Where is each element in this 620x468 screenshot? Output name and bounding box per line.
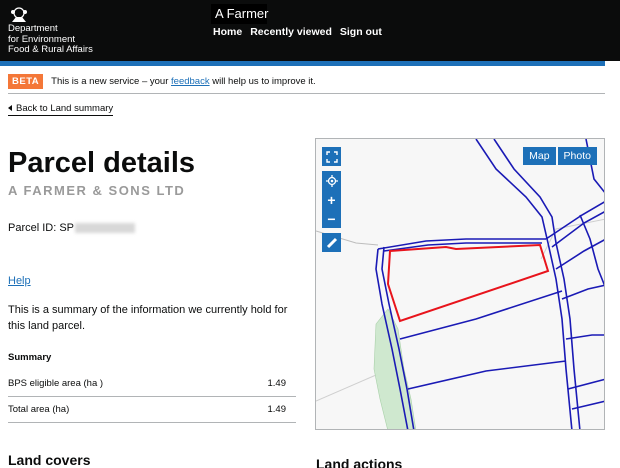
zoom-out-icon: − (327, 210, 336, 227)
user-name: A Farmer (211, 4, 268, 24)
summary-heading: Summary (8, 352, 52, 363)
redacted-parcel-number (75, 223, 136, 234)
header-accent-bar (0, 61, 605, 66)
map-canvas[interactable] (316, 139, 605, 430)
locate-icon (325, 174, 338, 187)
fullscreen-icon (325, 150, 338, 163)
land-covers-heading: Land covers (8, 452, 91, 468)
summary-row-label: BPS eligible area (ha ) (8, 378, 104, 389)
feedback-link[interactable]: feedback (171, 76, 210, 87)
nav-recently-viewed[interactable]: Recently viewed (250, 26, 332, 38)
measure-button[interactable] (322, 233, 341, 252)
summary-intro: This is a summary of the information we … (8, 304, 288, 332)
help-link[interactable]: Help (8, 275, 31, 287)
parcel-map[interactable]: + − Map Photo (315, 138, 605, 430)
summary-row-label: Total area (ha) (8, 404, 70, 415)
land-actions-heading: Land actions (316, 456, 403, 468)
beta-text: This is a new service – your feedback wi… (51, 76, 316, 87)
measure-icon (326, 237, 337, 248)
site-header: Department for Environment Food & Rural … (0, 0, 620, 61)
header-nav: Home Recently viewed Sign out (213, 26, 382, 38)
parcel-id: Parcel ID: SP (8, 222, 136, 234)
business-name: A FARMER & SONS LTD (8, 183, 186, 198)
summary-row-value: 1.49 (267, 404, 287, 415)
beta-banner: BETA This is a new service – your feedba… (8, 70, 605, 94)
back-link[interactable]: Back to Land summary (8, 103, 114, 116)
zoom-in-icon: + (327, 191, 336, 208)
zoom-out-button[interactable]: − (322, 209, 341, 228)
summary-row-value: 1.49 (267, 378, 287, 389)
summary-row: Total area (ha) 1.49 (8, 397, 296, 423)
summary-row: BPS eligible area (ha ) 1.49 (8, 371, 296, 397)
nav-sign-out[interactable]: Sign out (340, 26, 382, 38)
page-title: Parcel details (8, 147, 195, 179)
department-logo-text[interactable]: Department for Environment Food & Rural … (8, 23, 93, 56)
fullscreen-button[interactable] (322, 147, 341, 166)
zoom-in-button[interactable]: + (322, 190, 341, 209)
map-view-toggle: Map Photo (523, 147, 597, 165)
map-view-button[interactable]: Map (523, 147, 556, 165)
map-zoom-controls: + − (322, 171, 341, 228)
royal-crest-icon (11, 7, 27, 22)
nav-home[interactable]: Home (213, 26, 242, 38)
locate-button[interactable] (322, 171, 341, 190)
photo-view-button[interactable]: Photo (557, 147, 597, 165)
beta-tag: BETA (8, 74, 44, 89)
back-arrow-icon (8, 105, 12, 112)
